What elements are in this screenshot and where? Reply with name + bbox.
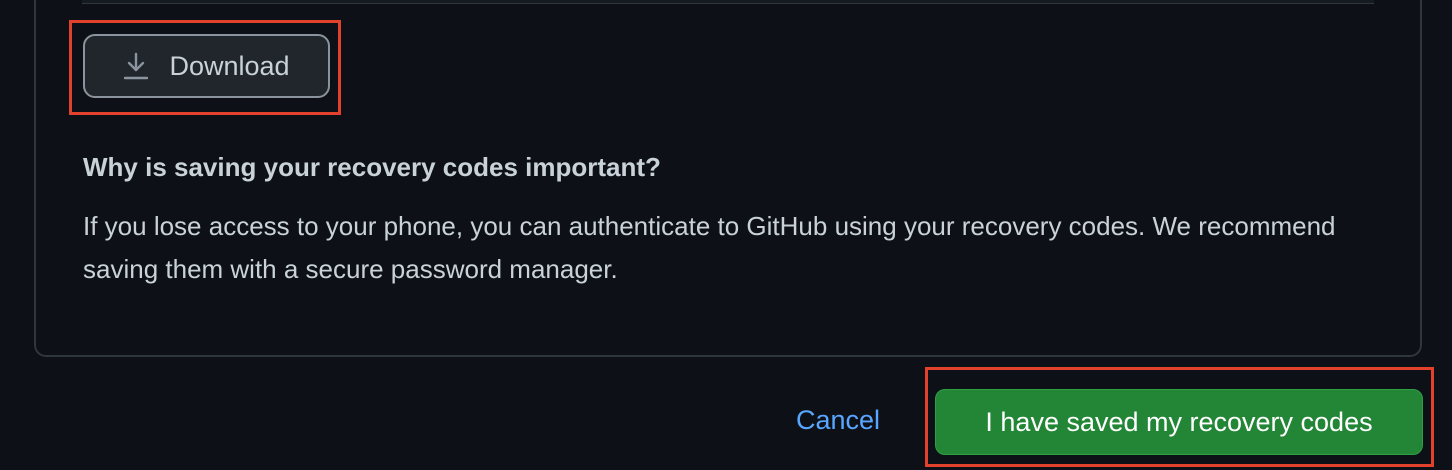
download-button[interactable]: Download	[83, 34, 330, 98]
why-important-heading: Why is saving your recovery codes import…	[83, 152, 661, 182]
confirm-saved-button[interactable]: I have saved my recovery codes	[935, 389, 1423, 455]
cancel-link[interactable]: Cancel	[796, 405, 880, 436]
recovery-codes-box	[82, 0, 1374, 4]
download-icon	[123, 52, 149, 80]
recovery-codes-page: Download Why is saving your recovery cod…	[0, 0, 1452, 470]
download-button-label: Download	[169, 50, 290, 81]
why-important-text: If you lose access to your phone, you ca…	[83, 211, 1336, 284]
